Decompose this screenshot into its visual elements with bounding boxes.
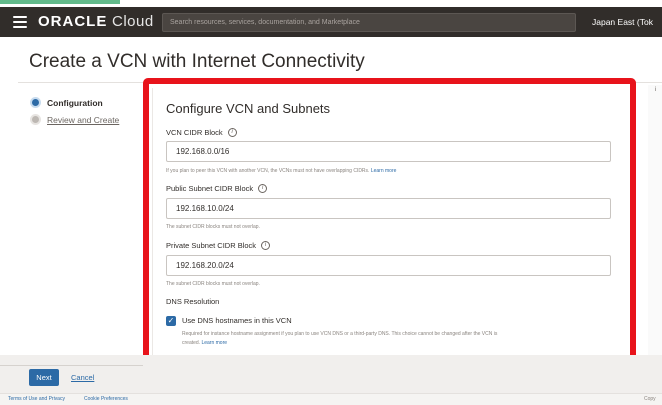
top-strip — [0, 0, 662, 7]
step-current-icon — [30, 97, 41, 108]
oracle-cloud-logo[interactable]: ORACLE Cloud — [38, 13, 154, 30]
section-title: Configure VCN and Subnets — [166, 101, 331, 116]
private-subnet-helper: The subnet CIDR blocks must not overlap. — [166, 281, 260, 287]
vcn-cidr-helper: If you plan to peer this VCN with anothe… — [166, 168, 396, 174]
dns-helper-line1: Required for instance hostname assignmen… — [182, 331, 498, 337]
page-title: Create a VCN with Internet Connectivity — [29, 51, 365, 72]
vcn-cidr-label-text: VCN CIDR Block — [166, 128, 223, 137]
public-subnet-helper: The subnet CIDR blocks must not overlap. — [166, 224, 260, 230]
dns-resolution-label: DNS Resolution — [166, 297, 220, 306]
info-icon[interactable]: i — [261, 241, 271, 250]
copyright-text: Copy — [644, 396, 656, 402]
private-subnet-cidr-label-text: Private Subnet CIDR Block — [166, 241, 257, 250]
public-subnet-cidr-label: Public Subnet CIDR Block i — [166, 184, 268, 193]
step-review-and-create[interactable]: Review and Create — [30, 114, 119, 125]
cancel-link[interactable]: Cancel — [71, 373, 94, 382]
public-subnet-cidr-input[interactable]: 192.168.10.0/24 — [166, 198, 611, 219]
footer-divider — [0, 365, 143, 366]
dns-hostnames-label[interactable]: Use DNS hostnames in this VCN — [182, 316, 292, 325]
step-configuration: Configuration — [30, 97, 103, 108]
dns-helper-text: created. — [182, 340, 201, 346]
step-label: Configuration — [47, 97, 103, 108]
info-icon[interactable]: i — [258, 184, 268, 193]
dns-hostnames-checkbox[interactable]: ✓ — [166, 316, 176, 326]
cookie-preferences-link[interactable]: Cookie Preferences — [84, 396, 128, 402]
step-pending-icon — [30, 114, 41, 125]
logo-product: Cloud — [112, 13, 154, 30]
top-header: ORACLE Cloud Search resources, services,… — [0, 7, 662, 37]
vcn-cidr-helper-text: If you plan to peer this VCN with anothe… — [166, 168, 370, 174]
top-accent-line — [0, 0, 120, 4]
terms-link[interactable]: Terms of Use and Privacy — [8, 396, 65, 402]
vcn-cidr-input[interactable]: 192.168.0.0/16 — [166, 141, 611, 162]
learn-more-link[interactable]: Learn more — [371, 168, 397, 174]
info-icon[interactable]: i — [227, 128, 237, 137]
dns-helper-line2: created. Learn more — [182, 340, 227, 346]
title-divider — [18, 82, 662, 83]
step-label[interactable]: Review and Create — [47, 115, 119, 125]
vcn-cidr-label: VCN CIDR Block i — [166, 128, 237, 137]
right-info-panel: i — [648, 85, 662, 355]
logo-brand: ORACLE — [38, 13, 108, 30]
search-input[interactable]: Search resources, services, documentatio… — [162, 13, 576, 32]
hamburger-menu-icon[interactable] — [13, 16, 27, 28]
private-subnet-cidr-label: Private Subnet CIDR Block i — [166, 241, 271, 250]
next-button[interactable]: Next — [29, 369, 59, 386]
private-subnet-cidr-input[interactable]: 192.168.20.0/24 — [166, 255, 611, 276]
region-selector[interactable]: Japan East (Tok — [592, 17, 653, 27]
public-subnet-cidr-label-text: Public Subnet CIDR Block — [166, 184, 254, 193]
learn-more-link[interactable]: Learn more — [201, 340, 227, 346]
